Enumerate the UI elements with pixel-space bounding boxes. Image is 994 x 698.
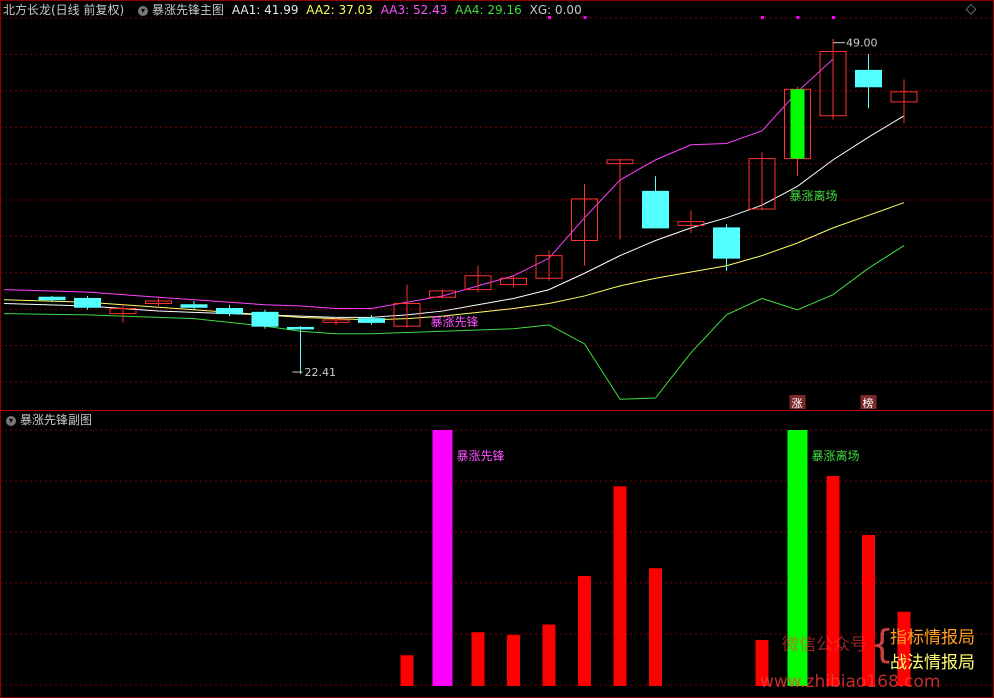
signal-chip-label: 榜 bbox=[863, 396, 874, 410]
volume-bar bbox=[507, 634, 520, 686]
watermark-line1: 指标情报局 bbox=[890, 628, 975, 648]
low-price-label: 22.41 bbox=[305, 366, 337, 379]
candle-body bbox=[713, 227, 740, 259]
diamond-menu-icon[interactable]: ◇ bbox=[964, 2, 978, 16]
watermark-line2: 战法情报局 bbox=[890, 653, 975, 673]
signal-chip-label: 涨 bbox=[792, 397, 803, 410]
candle-body bbox=[358, 318, 385, 323]
volume-bar bbox=[649, 568, 662, 686]
aa4-value: AA4: 29.16 bbox=[455, 3, 522, 17]
stock-title: 北方长龙(日线 前复权) bbox=[3, 3, 125, 17]
chart-border bbox=[0, 0, 994, 698]
candle-body bbox=[74, 297, 101, 308]
candle-body bbox=[287, 326, 314, 330]
candle-body bbox=[216, 308, 243, 315]
candle-body bbox=[180, 304, 208, 308]
candle-body bbox=[855, 69, 882, 88]
high-price-label: 49.00 bbox=[846, 37, 878, 50]
series-line-aa3 bbox=[3, 58, 834, 310]
aa1-value: AA1: 41.99 bbox=[231, 3, 299, 17]
candle-body bbox=[251, 311, 279, 327]
candle-body bbox=[38, 296, 66, 301]
xg-value: XG: 0.00 bbox=[529, 3, 582, 17]
chart-canvas: 暴涨先锋暴涨离场49.0022.41涨 榜暴涨先锋 暴涨离场 bbox=[0, 0, 994, 698]
candle-body bbox=[642, 190, 669, 229]
series-line-aa1 bbox=[3, 115, 905, 318]
aa3-value: AA3: 52.43 bbox=[380, 3, 448, 17]
candle-signal-fill bbox=[790, 89, 805, 159]
volume-bar bbox=[578, 575, 591, 686]
volume-bar bbox=[542, 624, 556, 686]
aa2-value: AA2: 37.03 bbox=[306, 3, 373, 17]
volume-bar bbox=[400, 655, 414, 686]
sub-signal-label: 暴涨离场 bbox=[812, 448, 860, 463]
sub-signal-label: 暴涨先锋 bbox=[457, 448, 505, 463]
buy-signal-label: 暴涨先锋 bbox=[431, 314, 479, 329]
main-chart-header: 北方长龙(日线 前复权) ▾ 暴涨先锋主图 AA1: 41.99 AA2: 37.… bbox=[0, 0, 994, 20]
indicator-name[interactable]: 暴涨先锋主图 bbox=[152, 3, 224, 17]
sell-signal-label: 暴涨离场 bbox=[790, 188, 838, 203]
volume-bar bbox=[432, 430, 453, 686]
sub-chart-header: ▾ 暴涨先锋副图 bbox=[0, 410, 96, 430]
watermark-wechat: 微信公众号 bbox=[782, 635, 867, 655]
chevron-down-icon[interactable]: ▾ bbox=[138, 5, 149, 16]
series-line-aa2 bbox=[3, 202, 905, 321]
watermark-url: www.zhibiao168.com bbox=[760, 672, 941, 692]
volume-bar bbox=[471, 632, 485, 686]
sub-indicator-name[interactable]: 暴涨先锋副图 bbox=[20, 413, 92, 427]
volume-bar bbox=[613, 486, 627, 686]
chevron-down-icon[interactable]: ▾ bbox=[6, 415, 16, 426]
